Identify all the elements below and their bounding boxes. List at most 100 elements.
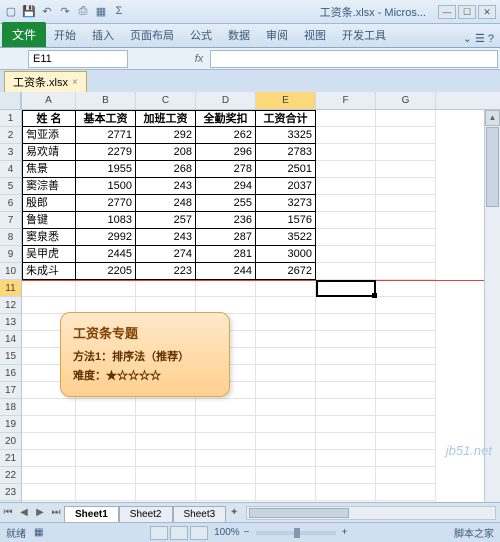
cell[interactable] bbox=[196, 467, 256, 484]
cell[interactable]: 268 bbox=[136, 161, 196, 178]
cell[interactable] bbox=[316, 246, 376, 263]
cell[interactable] bbox=[376, 314, 436, 331]
new-sheet-icon[interactable]: ✦ bbox=[226, 507, 242, 518]
cell[interactable]: 243 bbox=[136, 229, 196, 246]
cell[interactable] bbox=[76, 450, 136, 467]
row-header-17[interactable]: 17 bbox=[0, 382, 21, 399]
cell[interactable] bbox=[376, 416, 436, 433]
tab-developer[interactable]: 开发工具 bbox=[334, 23, 394, 47]
cell[interactable]: 292 bbox=[136, 127, 196, 144]
cell[interactable] bbox=[256, 484, 316, 501]
cell[interactable]: 248 bbox=[136, 195, 196, 212]
cell[interactable] bbox=[376, 382, 436, 399]
cell[interactable] bbox=[196, 399, 256, 416]
cell[interactable] bbox=[376, 246, 436, 263]
tab-layout[interactable]: 页面布局 bbox=[122, 23, 182, 47]
cell[interactable] bbox=[376, 280, 436, 297]
cell[interactable]: 2992 bbox=[76, 229, 136, 246]
cell[interactable] bbox=[376, 161, 436, 178]
cell[interactable] bbox=[376, 331, 436, 348]
cell[interactable] bbox=[316, 382, 376, 399]
cell[interactable] bbox=[316, 450, 376, 467]
cell[interactable]: 1576 bbox=[256, 212, 316, 229]
cell[interactable] bbox=[136, 399, 196, 416]
tab-insert[interactable]: 插入 bbox=[84, 23, 122, 47]
row-header-23[interactable]: 23 bbox=[0, 484, 21, 501]
cell[interactable] bbox=[316, 229, 376, 246]
cell[interactable] bbox=[76, 433, 136, 450]
scroll-up-icon[interactable]: ▲ bbox=[485, 110, 500, 126]
cell[interactable] bbox=[376, 365, 436, 382]
cell[interactable]: 294 bbox=[196, 178, 256, 195]
row-header-12[interactable]: 12 bbox=[0, 297, 21, 314]
cell[interactable]: 1500 bbox=[76, 178, 136, 195]
cell[interactable]: 2771 bbox=[76, 127, 136, 144]
cell[interactable] bbox=[376, 195, 436, 212]
sheet-nav-last-icon[interactable]: ⏭ bbox=[48, 507, 64, 518]
select-all-corner[interactable] bbox=[0, 92, 21, 110]
table-icon[interactable]: ▦ bbox=[94, 5, 108, 19]
cell[interactable] bbox=[316, 212, 376, 229]
cell[interactable] bbox=[136, 280, 196, 297]
sheet-nav-next-icon[interactable]: ▶ bbox=[32, 507, 48, 518]
cell[interactable]: 工资合计 bbox=[256, 110, 316, 127]
cell[interactable] bbox=[316, 110, 376, 127]
cell[interactable] bbox=[376, 127, 436, 144]
row-header-3[interactable]: 3 bbox=[0, 144, 21, 161]
minimize-button[interactable]: — bbox=[438, 5, 456, 19]
row-header-6[interactable]: 6 bbox=[0, 195, 21, 212]
row-header-7[interactable]: 7 bbox=[0, 212, 21, 229]
cell[interactable]: 訇亚添 bbox=[22, 127, 76, 144]
cell[interactable] bbox=[256, 314, 316, 331]
view-break-icon[interactable] bbox=[190, 526, 208, 540]
view-layout-icon[interactable] bbox=[170, 526, 188, 540]
cell[interactable] bbox=[196, 433, 256, 450]
ribbon-expand-icon[interactable]: ⌄ ☰ ? bbox=[457, 30, 500, 47]
cell[interactable] bbox=[76, 280, 136, 297]
cell[interactable]: 1083 bbox=[76, 212, 136, 229]
save-icon[interactable]: 💾 bbox=[22, 5, 36, 19]
cell[interactable] bbox=[136, 433, 196, 450]
cell[interactable] bbox=[316, 161, 376, 178]
row-header-10[interactable]: 10 bbox=[0, 263, 21, 280]
cell[interactable] bbox=[376, 433, 436, 450]
row-header-18[interactable]: 18 bbox=[0, 399, 21, 416]
tab-home[interactable]: 开始 bbox=[46, 23, 84, 47]
tab-formulas[interactable]: 公式 bbox=[182, 23, 220, 47]
cell[interactable] bbox=[316, 195, 376, 212]
cell[interactable] bbox=[376, 297, 436, 314]
cell[interactable] bbox=[256, 331, 316, 348]
cell[interactable] bbox=[22, 399, 76, 416]
cell[interactable] bbox=[376, 178, 436, 195]
cell[interactable] bbox=[22, 484, 76, 501]
cell[interactable] bbox=[376, 110, 436, 127]
cell[interactable] bbox=[22, 416, 76, 433]
cell[interactable]: 2205 bbox=[76, 263, 136, 280]
cell[interactable] bbox=[376, 212, 436, 229]
cell[interactable] bbox=[376, 144, 436, 161]
cell[interactable]: 274 bbox=[136, 246, 196, 263]
cell[interactable] bbox=[136, 467, 196, 484]
hscroll-thumb[interactable] bbox=[249, 508, 349, 518]
row-header-1[interactable]: 1 bbox=[0, 110, 21, 127]
cell[interactable] bbox=[316, 127, 376, 144]
cell[interactable] bbox=[256, 382, 316, 399]
cell[interactable] bbox=[22, 280, 76, 297]
cell[interactable]: 208 bbox=[136, 144, 196, 161]
col-D[interactable]: D bbox=[196, 92, 256, 109]
cell[interactable]: 257 bbox=[136, 212, 196, 229]
cell[interactable] bbox=[376, 467, 436, 484]
cell[interactable]: 3325 bbox=[256, 127, 316, 144]
workbook-close-icon[interactable]: × bbox=[72, 77, 78, 88]
cell[interactable] bbox=[316, 280, 376, 297]
cell[interactable] bbox=[316, 331, 376, 348]
zoom-slider[interactable] bbox=[256, 531, 336, 535]
cell[interactable]: 窦泉悉 bbox=[22, 229, 76, 246]
cell[interactable]: 3273 bbox=[256, 195, 316, 212]
cell[interactable]: 223 bbox=[136, 263, 196, 280]
row-header-13[interactable]: 13 bbox=[0, 314, 21, 331]
cell[interactable] bbox=[76, 399, 136, 416]
cell[interactable]: 3000 bbox=[256, 246, 316, 263]
zoom-thumb[interactable] bbox=[294, 528, 300, 538]
cell[interactable]: 296 bbox=[196, 144, 256, 161]
